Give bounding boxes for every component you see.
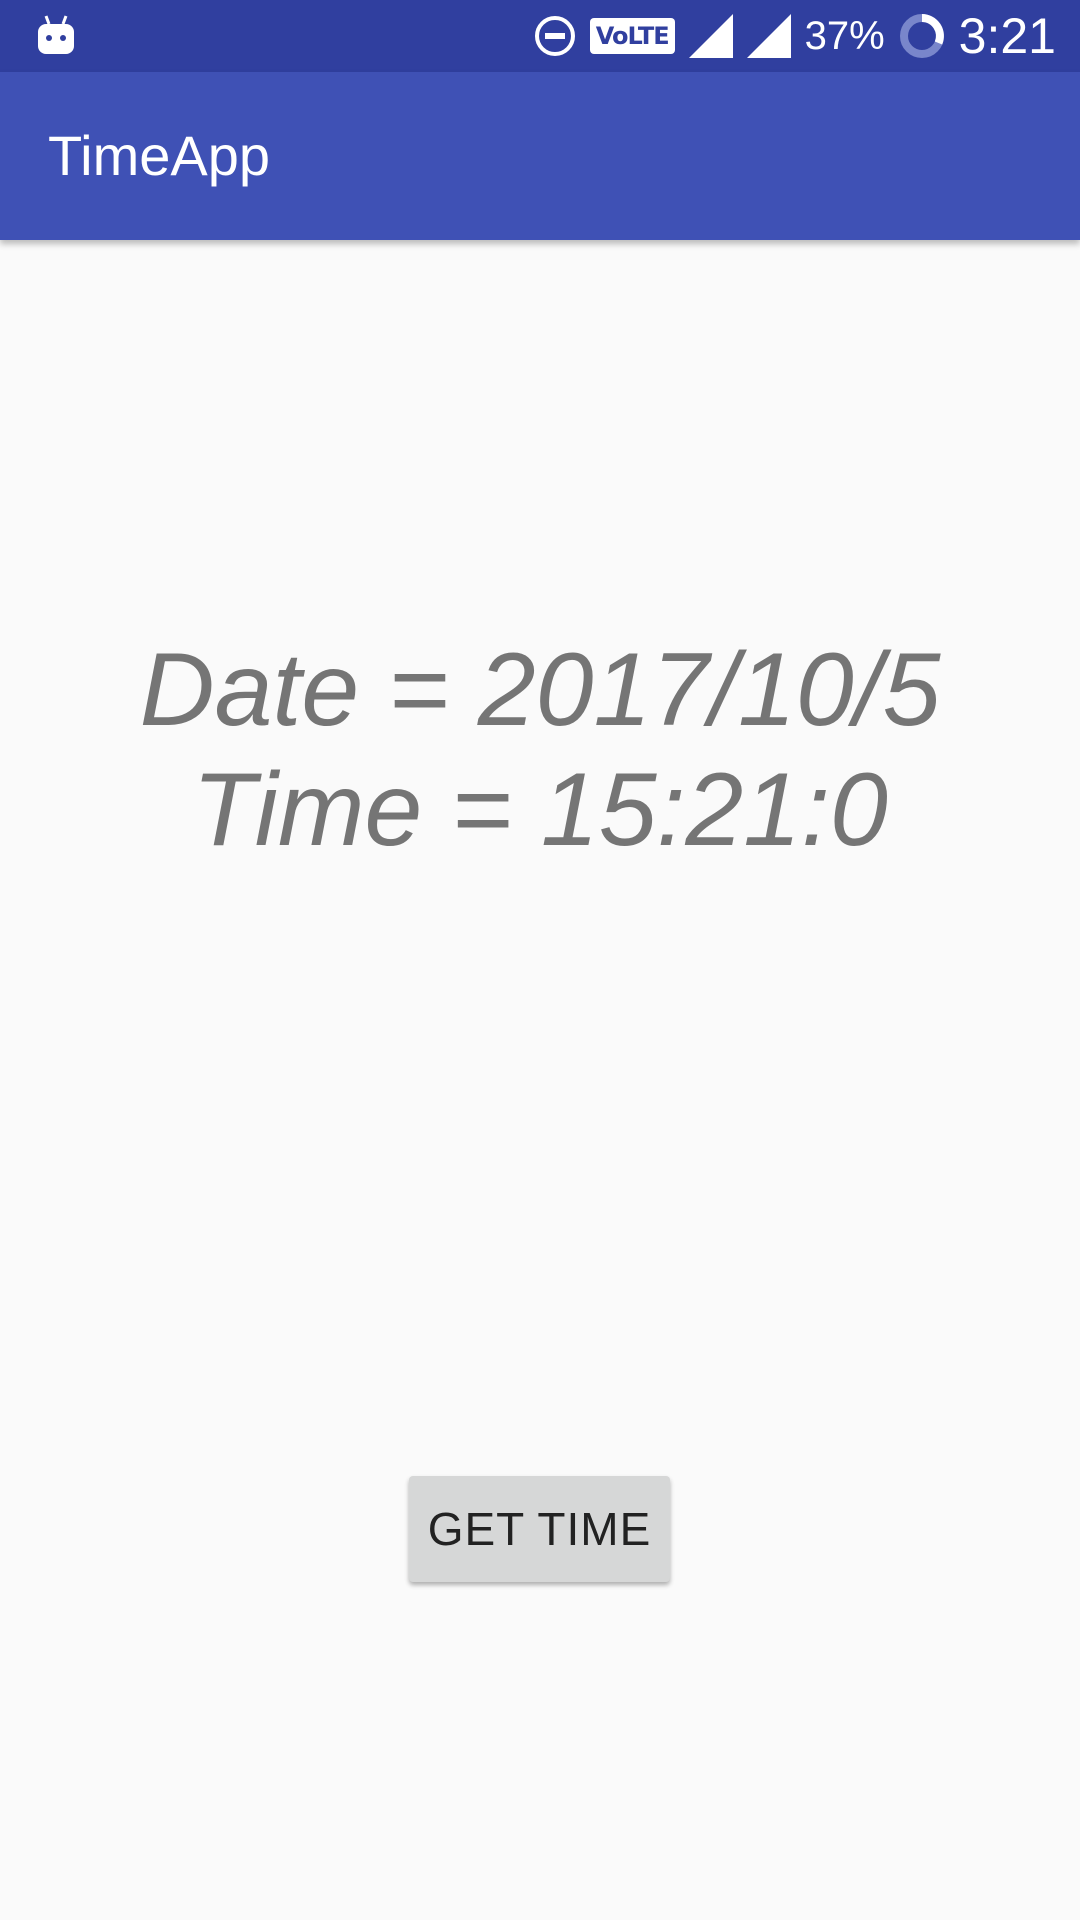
status-clock: 3:21 — [958, 8, 1056, 64]
app-bar: TimeApp — [0, 72, 1080, 240]
app-title: TimeApp — [48, 124, 271, 187]
status-bar: VoLTE 37% 3:21 — [0, 0, 1080, 72]
battery-ring-icon — [899, 13, 945, 59]
signal-icon-2 — [746, 14, 791, 58]
signal-icon — [688, 14, 733, 58]
get-time-button[interactable]: GET TIME — [409, 1476, 670, 1582]
screen: VoLTE 37% 3:21 TimeApp Date = 2017/10/5 … — [0, 0, 1080, 1920]
datetime-display: Date = 2017/10/5 Time = 15:21:0 — [0, 630, 1080, 870]
battery-percent: 37% — [804, 14, 885, 58]
android-robot-icon — [36, 12, 76, 60]
date-text: Date = 2017/10/5 — [139, 632, 941, 748]
do-not-disturb-icon — [534, 15, 576, 57]
time-text: Time = 15:21:0 — [192, 752, 888, 868]
volte-badge: VoLTE — [589, 18, 675, 54]
status-icons: VoLTE 37% 3:21 — [534, 0, 1056, 72]
